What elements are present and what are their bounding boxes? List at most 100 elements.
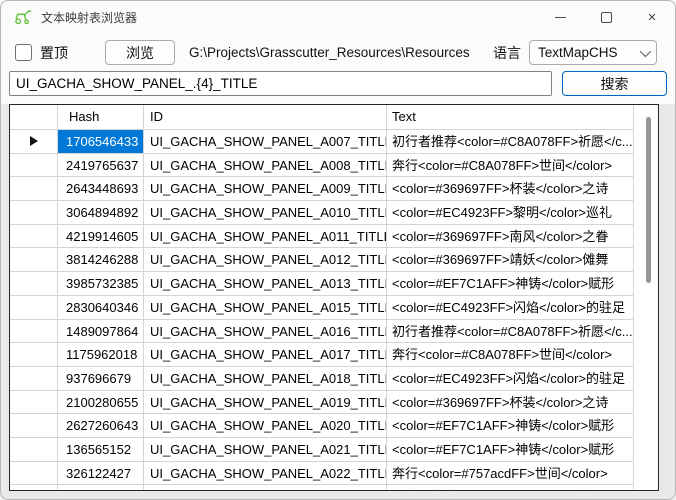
id-cell[interactable]: UI_GACHA_SHOW_PANEL_A020_TITLE [144,414,387,438]
table-row[interactable]: 1706546433 UI_GACHA_SHOW_PANEL_A007_TITL… [10,130,634,154]
table-row[interactable]: 1489097864 UI_GACHA_SHOW_PANEL_A016_TITL… [10,320,634,344]
table-header-id[interactable]: ID [144,105,387,130]
id-cell[interactable]: UI_GACHA_SHOW_PANEL_A015_TITLE [144,296,387,320]
vertical-scrollbar-thumb[interactable] [646,117,651,283]
row-selector-cell[interactable] [10,438,58,462]
hash-cell[interactable] [58,485,144,491]
table-row[interactable]: 2830640346 UI_GACHA_SHOW_PANEL_A015_TITL… [10,296,634,320]
table-row[interactable]: 3814246288 UI_GACHA_SHOW_PANEL_A012_TITL… [10,248,634,272]
id-cell[interactable]: UI_GACHA_SHOW_PANEL_A011_TITLE [144,225,387,249]
text-cell[interactable]: <color=#369697FF>南风</color>之眷 [387,225,634,249]
id-cell[interactable] [144,485,387,491]
table-header: Hash ID Text [10,105,634,130]
row-selector-cell[interactable] [10,414,58,438]
language-selected-value: TextMapCHS [538,45,640,60]
hash-cell[interactable]: 4219914605 [58,225,144,249]
text-cell[interactable]: <color=#369697FF>靖妖</color>傩舞 [387,248,634,272]
table-row[interactable]: 2643448693 UI_GACHA_SHOW_PANEL_A009_TITL… [10,177,634,201]
row-selector-cell[interactable] [10,272,58,296]
id-cell[interactable]: UI_GACHA_SHOW_PANEL_A008_TITLE [144,154,387,178]
id-cell[interactable]: UI_GACHA_SHOW_PANEL_A019_TITLE [144,391,387,415]
window-controls: × [537,1,675,33]
minimize-button[interactable] [537,1,583,33]
id-cell[interactable]: UI_GACHA_SHOW_PANEL_A012_TITLE [144,248,387,272]
text-cell[interactable]: 初行者推荐<color=#C8A078FF>祈愿</c... [387,130,634,154]
hash-cell[interactable]: 1706546433 [58,130,144,154]
id-cell[interactable]: UI_GACHA_SHOW_PANEL_A010_TITLE [144,201,387,225]
table-row[interactable]: 937696679 UI_GACHA_SHOW_PANEL_A018_TITLE… [10,367,634,391]
id-cell[interactable]: UI_GACHA_SHOW_PANEL_A007_TITLE [144,130,387,154]
text-cell[interactable]: <color=#EC4923FF>闪焰</color>的驻足 [387,367,634,391]
row-selector-cell[interactable] [10,343,58,367]
table-row[interactable]: 3064894892 UI_GACHA_SHOW_PANEL_A010_TITL… [10,201,634,225]
hash-cell[interactable]: 326122427 [58,462,144,486]
table-row[interactable]: 3985732385 UI_GACHA_SHOW_PANEL_A013_TITL… [10,272,634,296]
search-button[interactable]: 搜索 [562,71,667,96]
pin-on-top-checkbox[interactable] [15,44,32,61]
table-row[interactable]: 2627260643 UI_GACHA_SHOW_PANEL_A020_TITL… [10,414,634,438]
hash-cell[interactable]: 1489097864 [58,320,144,344]
hash-cell[interactable]: 136565152 [58,438,144,462]
row-selector-cell[interactable] [10,367,58,391]
pin-on-top-label[interactable]: 置顶 [40,43,68,63]
hash-cell[interactable]: 3985732385 [58,272,144,296]
row-selector-cell[interactable] [10,154,58,178]
id-cell[interactable]: UI_GACHA_SHOW_PANEL_A016_TITLE [144,320,387,344]
id-cell[interactable]: UI_GACHA_SHOW_PANEL_A021_TITLE [144,438,387,462]
hash-cell[interactable]: 3814246288 [58,248,144,272]
text-cell[interactable]: <color=#EC4923FF>闪焰</color>的驻足 [387,296,634,320]
text-cell[interactable]: <color=#EF7C1AFF>神铸</color>赋形 [387,272,634,296]
table-row[interactable]: 326122427 UI_GACHA_SHOW_PANEL_A022_TITLE… [10,462,634,486]
text-cell[interactable]: <color=#EF7C1AFF>神铸</color>赋形 [387,414,634,438]
row-selector-cell[interactable] [10,462,58,486]
table-row[interactable]: 1175962018 UI_GACHA_SHOW_PANEL_A017_TITL… [10,343,634,367]
text-cell[interactable]: 奔行<color=#C8A078FF>世间</color> [387,343,634,367]
table-row[interactable]: 2419765637 UI_GACHA_SHOW_PANEL_A008_TITL… [10,154,634,178]
table-row[interactable]: 4219914605 UI_GACHA_SHOW_PANEL_A011_TITL… [10,225,634,249]
id-cell[interactable]: UI_GACHA_SHOW_PANEL_A022_TITLE [144,462,387,486]
text-cell[interactable]: <color=#EC4923FF>黎明</color>巡礼 [387,201,634,225]
hash-cell[interactable]: 1175962018 [58,343,144,367]
table-row[interactable]: 136565152 UI_GACHA_SHOW_PANEL_A021_TITLE… [10,438,634,462]
row-selector-cell[interactable] [10,296,58,320]
id-cell[interactable]: UI_GACHA_SHOW_PANEL_A013_TITLE [144,272,387,296]
id-cell[interactable]: UI_GACHA_SHOW_PANEL_A017_TITLE [144,343,387,367]
text-cell[interactable]: 初行者推荐<color=#C8A078FF>祈愿</c... [387,320,634,344]
hash-cell[interactable]: 2830640346 [58,296,144,320]
hash-cell[interactable]: 2627260643 [58,414,144,438]
resources-path: G:\Projects\Grasscutter_Resources\Resour… [189,45,470,60]
minimize-icon [555,17,566,18]
row-selector-cell[interactable] [10,391,58,415]
row-selector-cell[interactable] [10,130,58,154]
row-selector-cell[interactable] [10,320,58,344]
hash-cell[interactable]: 2419765637 [58,154,144,178]
row-selector-cell[interactable] [10,248,58,272]
id-cell[interactable]: UI_GACHA_SHOW_PANEL_A018_TITLE [144,367,387,391]
row-selector-cell[interactable] [10,201,58,225]
text-cell[interactable]: 奔行<color=#757acdFF>世间</color> [387,462,634,486]
hash-cell[interactable]: 3064894892 [58,201,144,225]
text-cell[interactable]: 奔行<color=#C8A078FF>世间</color> [387,154,634,178]
id-cell[interactable]: UI_GACHA_SHOW_PANEL_A009_TITLE [144,177,387,201]
table-row[interactable]: 2100280655 UI_GACHA_SHOW_PANEL_A019_TITL… [10,391,634,415]
hash-cell[interactable]: 937696679 [58,367,144,391]
text-cell[interactable]: <color=#369697FF>杯装</color>之诗 [387,391,634,415]
hash-cell[interactable]: 2643448693 [58,177,144,201]
table-row-partial[interactable]: 初行者推荐<color=#C8A078FF>祈愿</c... [10,485,634,491]
text-cell[interactable]: <color=#369697FF>杯装</color>之诗 [387,177,634,201]
row-selector-cell[interactable] [10,177,58,201]
text-cell[interactable]: 初行者推荐<color=#C8A078FF>祈愿</c... [387,485,634,491]
table-header-text[interactable]: Text [387,105,634,130]
titlebar[interactable]: 文本映射表浏览器 × [1,1,675,33]
browse-button[interactable]: 浏览 [105,40,175,65]
language-dropdown[interactable]: TextMapCHS [529,40,657,65]
search-input[interactable] [9,71,552,96]
close-button[interactable]: × [629,1,675,33]
hash-cell[interactable]: 2100280655 [58,391,144,415]
textmap-table: Hash ID Text 1706546433 UI_GACHA_SHOW_PA… [9,104,659,491]
table-header-hash[interactable]: Hash [58,105,144,130]
maximize-button[interactable] [583,1,629,33]
text-cell[interactable]: <color=#EF7C1AFF>神铸</color>赋形 [387,438,634,462]
row-selector-cell[interactable] [10,225,58,249]
row-selector-cell[interactable] [10,485,58,491]
